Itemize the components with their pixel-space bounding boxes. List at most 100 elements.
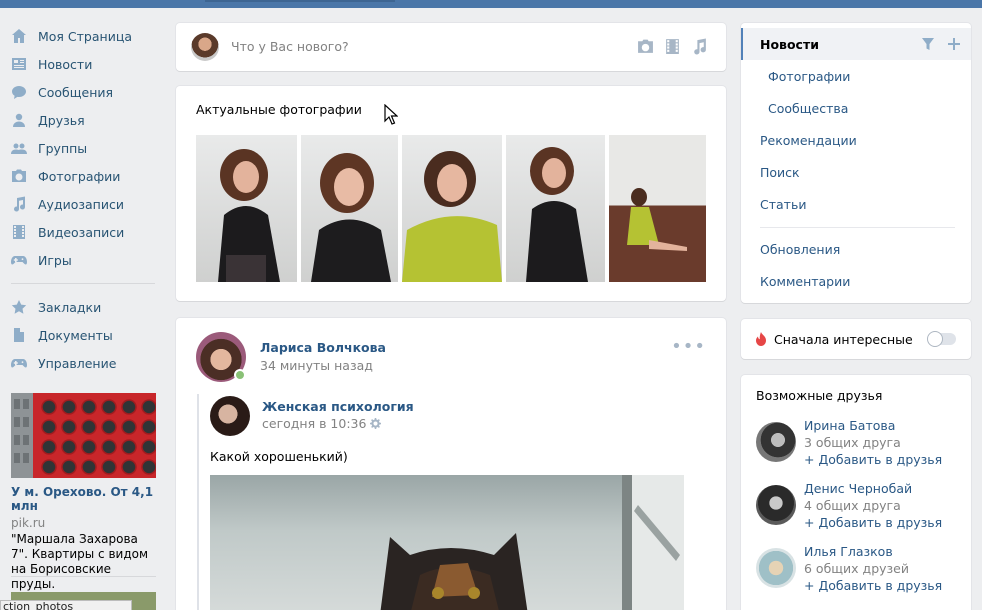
nav-label: Группы — [38, 140, 88, 156]
post-image[interactable] — [210, 475, 684, 610]
document-icon — [11, 327, 27, 343]
friend-name[interactable]: Ирина Батова — [804, 418, 895, 433]
nav-label: Моя Страница — [38, 28, 132, 44]
nav-label: Видеозаписи — [38, 224, 125, 240]
interesting-toggle[interactable] — [927, 331, 956, 347]
ad-image[interactable] — [11, 393, 156, 478]
nav-photos[interactable]: Фотографии — [0, 162, 165, 190]
friend-name[interactable]: Денис Чернобай — [804, 481, 912, 496]
new-post-box[interactable]: Что у Вас нового? — [176, 23, 726, 71]
nav-label: Друзья — [38, 112, 85, 128]
home-icon — [11, 28, 27, 44]
rnav-icons — [921, 37, 961, 51]
photo-thumb[interactable] — [301, 135, 398, 282]
photo-thumb[interactable] — [609, 135, 706, 282]
nav-label: Закладки — [38, 299, 102, 315]
add-friend-button[interactable]: + Добавить в друзья — [804, 578, 942, 593]
video-icon — [11, 224, 27, 240]
ad-text[interactable]: "Маршала Захарова 7". Квартиры с видом н… — [11, 532, 156, 592]
rnav-search[interactable]: Поиск — [741, 156, 971, 188]
rnav-articles[interactable]: Статьи — [741, 188, 971, 220]
star-icon — [11, 299, 27, 315]
nav-label: Сообщения — [38, 84, 114, 100]
repost-time[interactable]: сегодня в 10:36 — [262, 416, 382, 431]
filter-icon[interactable] — [921, 37, 935, 51]
add-friend-button[interactable]: + Добавить в друзья — [804, 515, 942, 530]
rnav-comments[interactable]: Комментарии — [741, 265, 971, 297]
friend-common[interactable]: 6 общих друзей — [804, 561, 909, 576]
possible-friends-title[interactable]: Возможные друзья — [756, 388, 882, 403]
ad-domain[interactable]: pik.ru — [11, 516, 156, 530]
photo-thumb[interactable] — [506, 135, 605, 282]
actual-photos-title[interactable]: Актуальные фотографии — [196, 102, 362, 117]
header-search-strip — [205, 0, 395, 2]
photo-thumb[interactable] — [402, 135, 502, 282]
nav-video[interactable]: Видеозаписи — [0, 218, 165, 246]
nav-label: Документы — [38, 327, 113, 343]
status-tooltip: ction_photos — [0, 600, 132, 610]
friend-name[interactable]: Илья Глазков — [804, 544, 893, 559]
rnav-divider — [760, 227, 955, 228]
nav-bookmarks[interactable]: Закладки — [0, 293, 165, 321]
rnav-recommendations[interactable]: Рекомендации — [741, 124, 971, 156]
avatar[interactable] — [210, 396, 250, 436]
nav-audio[interactable]: Аудиозаписи — [0, 190, 165, 218]
news-filter-menu: Новости Фотографии Сообщества Рекомендац… — [741, 23, 971, 303]
plus-icon[interactable] — [947, 37, 961, 51]
interesting-first-toggle-row[interactable]: Сначала интересные — [741, 319, 971, 359]
nav-label: Новости — [38, 56, 93, 72]
nav-groups[interactable]: Группы — [0, 134, 165, 162]
nav-label: Игры — [38, 252, 72, 268]
user-icon — [11, 112, 27, 128]
mouse-cursor-icon — [384, 104, 398, 125]
friend-suggestion: Илья Глазков 6 общих друзей + Добавить в… — [756, 544, 966, 600]
rnav-updates[interactable]: Обновления — [741, 233, 971, 265]
more-options-icon[interactable]: ••• — [671, 338, 706, 356]
camera-icon[interactable] — [637, 38, 654, 55]
rnav-communities[interactable]: Сообщества — [741, 92, 971, 124]
feed-post: Лариса Волчкова 34 минуты назад ••• Женс… — [176, 318, 726, 610]
photo-thumb[interactable] — [196, 135, 297, 282]
rnav-photos[interactable]: Фотографии — [741, 60, 971, 92]
nav-my-page[interactable]: Моя Страница — [0, 22, 165, 50]
nav-label: Фотографии — [38, 168, 121, 184]
friend-common[interactable]: 3 общих друга — [804, 435, 901, 450]
post-tools — [637, 38, 708, 55]
rnav-news[interactable]: Новости — [741, 28, 971, 60]
avatar[interactable] — [191, 33, 219, 61]
advertisement[interactable]: У м. Орехово. От 4,1 млн pik.ru "Маршала… — [11, 393, 156, 592]
ad-title[interactable]: У м. Орехово. От 4,1 млн — [11, 485, 156, 513]
nav-messages[interactable]: Сообщения — [0, 78, 165, 106]
repost-divider — [197, 394, 199, 610]
music-icon[interactable] — [691, 38, 708, 55]
avatar[interactable] — [756, 548, 796, 588]
camera-icon — [11, 168, 27, 184]
news-icon — [11, 56, 27, 72]
add-friend-button[interactable]: + Добавить в друзья — [804, 452, 942, 467]
friend-common[interactable]: 4 общих друга — [804, 498, 901, 513]
music-icon — [11, 196, 27, 212]
possible-friends-block: Возможные друзья Ирина Батова 3 общих др… — [741, 375, 971, 610]
nav-documents[interactable]: Документы — [0, 321, 165, 349]
new-post-placeholder[interactable]: Что у Вас нового? — [231, 39, 349, 54]
nav-manage[interactable]: Управление — [0, 349, 165, 377]
post-author[interactable]: Лариса Волчкова — [260, 340, 386, 355]
gamepad-icon — [11, 252, 27, 268]
nav-label: Аудиозаписи — [38, 196, 124, 212]
nav-friends[interactable]: Друзья — [0, 106, 165, 134]
toggle-knob — [927, 331, 943, 347]
video-icon[interactable] — [664, 38, 681, 55]
groups-icon — [11, 140, 27, 156]
rnav-label: Новости — [760, 36, 819, 52]
repost-group-name[interactable]: Женская психология — [262, 399, 414, 414]
nav-news[interactable]: Новости — [0, 50, 165, 78]
post-time[interactable]: 34 минуты назад — [260, 358, 373, 373]
ad-divider — [11, 576, 156, 577]
gamepad-icon — [11, 355, 27, 371]
avatar[interactable] — [756, 485, 796, 525]
repost-time-text: сегодня в 10:36 — [262, 416, 367, 431]
nav-games[interactable]: Игры — [0, 246, 165, 274]
nav-divider — [11, 283, 155, 284]
avatar[interactable] — [756, 422, 796, 462]
post-text: Какой хорошенький) — [210, 449, 348, 464]
